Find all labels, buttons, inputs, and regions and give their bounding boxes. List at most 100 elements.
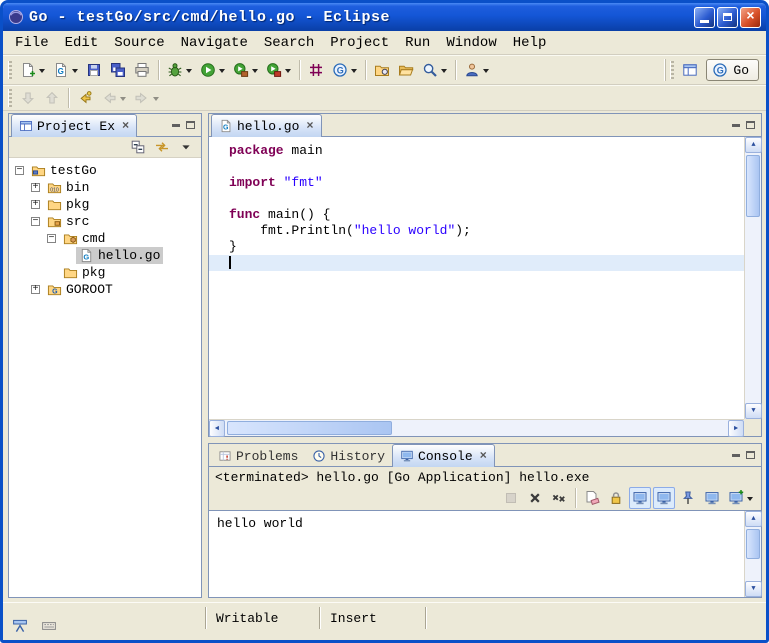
debug-icon[interactable] <box>164 59 195 81</box>
tree-item-cmd[interactable]: −cmd <box>9 230 201 247</box>
print-icon[interactable] <box>131 59 153 81</box>
tree-item-goroot[interactable]: +GGOROOT <box>9 281 201 298</box>
close-window-button[interactable]: × <box>740 7 761 28</box>
new-go-file-icon[interactable]: G <box>50 59 81 81</box>
toolbar-grip[interactable] <box>8 89 12 107</box>
search-icon[interactable] <box>419 59 450 81</box>
open-resource-icon[interactable] <box>395 59 417 81</box>
code-line[interactable]: package main <box>209 143 744 159</box>
display-console-icon[interactable] <box>701 487 723 509</box>
previous-annotation-icon[interactable] <box>41 87 63 109</box>
collapse-toggle-icon[interactable]: − <box>31 217 40 226</box>
dropdown-arrow-icon[interactable] <box>483 69 489 76</box>
code-area[interactable]: package mainimport "fmt"func main() { fm… <box>209 137 744 419</box>
menu-run[interactable]: Run <box>397 33 438 53</box>
scroll-down-icon[interactable]: ▼ <box>745 403 762 419</box>
view-shortcut-icon[interactable] <box>38 615 60 637</box>
maximize-view-icon[interactable] <box>186 121 195 129</box>
project-tree[interactable]: −testGo+010bin+pkg−src−cmdGhello.gopkg+G… <box>9 158 201 597</box>
pin-console-icon[interactable] <box>677 487 699 509</box>
scrollbar-thumb[interactable] <box>746 155 760 217</box>
scroll-lock-icon[interactable] <box>605 487 627 509</box>
scroll-up-icon[interactable]: ▲ <box>745 511 762 527</box>
close-icon[interactable]: × <box>480 450 487 462</box>
remove-all-launches-icon[interactable] <box>548 487 570 509</box>
dropdown-arrow-icon[interactable] <box>153 97 159 104</box>
show-stderr-icon[interactable] <box>653 487 675 509</box>
tree-item-testgo[interactable]: −testGo <box>9 162 201 179</box>
tab-console[interactable]: Console× <box>392 444 495 467</box>
collapse-toggle-icon[interactable]: − <box>15 166 24 175</box>
scroll-left-icon[interactable]: ◄ <box>209 420 225 437</box>
collapse-all-icon[interactable] <box>127 136 149 158</box>
console-view[interactable]: hello world ▲ ▼ <box>209 510 761 597</box>
toolbar-grip[interactable] <box>8 61 12 79</box>
collapse-toggle-icon[interactable]: − <box>47 234 56 243</box>
minimize-window-button[interactable] <box>694 7 715 28</box>
dropdown-arrow-icon[interactable] <box>186 69 192 76</box>
minimize-view-icon[interactable] <box>172 124 180 127</box>
save-icon[interactable] <box>83 59 105 81</box>
dropdown-arrow-icon[interactable] <box>441 69 447 76</box>
last-edit-location-icon[interactable] <box>74 87 96 109</box>
tree-item-pkg[interactable]: +pkg <box>9 196 201 213</box>
forward-icon[interactable] <box>131 87 162 109</box>
link-with-editor-icon[interactable] <box>151 136 173 158</box>
open-console-icon[interactable] <box>725 487 756 509</box>
tree-item-hello-go[interactable]: Ghello.go <box>9 247 201 264</box>
dropdown-arrow-icon[interactable] <box>72 69 78 76</box>
maximize-view-icon[interactable] <box>746 121 755 129</box>
external-tools-icon[interactable] <box>263 59 294 81</box>
maximize-view-icon[interactable] <box>746 451 755 459</box>
go-launch-icon[interactable]: G <box>329 59 360 81</box>
open-type-icon[interactable] <box>371 59 393 81</box>
go-test-icon[interactable] <box>305 59 327 81</box>
dropdown-arrow-icon[interactable] <box>219 69 225 76</box>
menu-source[interactable]: Source <box>106 33 172 53</box>
editor-vertical-scrollbar[interactable]: ▲ ▼ <box>744 137 761 419</box>
close-icon[interactable]: × <box>306 120 313 132</box>
editor-horizontal-scrollbar[interactable]: ◄ ► <box>209 419 744 436</box>
code-line[interactable]: fmt.Println("hello world"); <box>209 223 744 239</box>
menu-help[interactable]: Help <box>505 33 555 53</box>
back-icon[interactable] <box>98 87 129 109</box>
fast-view-icon[interactable] <box>9 615 31 637</box>
scroll-right-icon[interactable]: ► <box>728 420 744 437</box>
tree-item-src[interactable]: −src <box>9 213 201 230</box>
clear-console-icon[interactable] <box>581 487 603 509</box>
tab-project-explorer[interactable]: Project Ex × <box>11 114 137 137</box>
run-history-icon[interactable] <box>230 59 261 81</box>
code-line[interactable] <box>209 159 744 175</box>
console-output[interactable]: hello world <box>209 511 744 597</box>
tree-item-bin[interactable]: +010bin <box>9 179 201 196</box>
tab-hello-go[interactable]: G hello.go × <box>211 114 322 137</box>
code-line[interactable]: import "fmt" <box>209 175 744 191</box>
code-line[interactable] <box>209 191 744 207</box>
tab-problems[interactable]: Problems <box>211 446 305 466</box>
view-menu-icon[interactable] <box>175 136 197 158</box>
open-perspective-icon[interactable] <box>679 59 701 81</box>
team-icon[interactable] <box>461 59 492 81</box>
title-bar[interactable]: Go - testGo/src/cmd/hello.go - Eclipse × <box>3 3 766 31</box>
menu-file[interactable]: File <box>7 33 57 53</box>
save-all-icon[interactable] <box>107 59 129 81</box>
show-stdout-icon[interactable] <box>629 487 651 509</box>
scrollbar-thumb[interactable] <box>227 421 392 435</box>
menu-project[interactable]: Project <box>322 33 397 53</box>
menu-edit[interactable]: Edit <box>57 33 107 53</box>
code-line[interactable] <box>209 255 744 271</box>
dropdown-arrow-icon[interactable] <box>252 69 258 76</box>
dropdown-arrow-icon[interactable] <box>120 97 126 104</box>
menu-search[interactable]: Search <box>256 33 322 53</box>
expand-toggle-icon[interactable]: + <box>31 200 40 209</box>
console-vertical-scrollbar[interactable]: ▲ ▼ <box>744 511 761 597</box>
menu-navigate[interactable]: Navigate <box>173 33 256 53</box>
go-perspective-button[interactable]: G Go <box>706 59 759 81</box>
code-editor[interactable]: package mainimport "fmt"func main() { fm… <box>209 137 761 436</box>
dropdown-arrow-icon[interactable] <box>39 69 45 76</box>
scroll-down-icon[interactable]: ▼ <box>745 581 762 597</box>
dropdown-arrow-icon[interactable] <box>285 69 291 76</box>
next-annotation-icon[interactable] <box>17 87 39 109</box>
menu-window[interactable]: Window <box>438 33 504 53</box>
tab-history[interactable]: History <box>305 446 392 466</box>
